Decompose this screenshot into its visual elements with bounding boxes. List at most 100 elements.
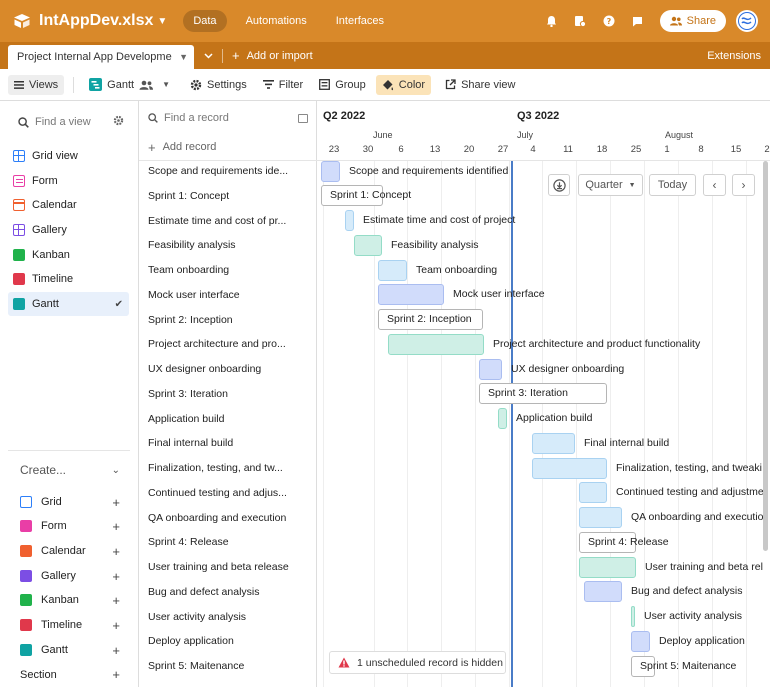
group-button[interactable]: Group — [313, 75, 372, 95]
record-row[interactable]: Scope and requirements ide... — [148, 163, 298, 179]
record-row[interactable]: Application build — [148, 411, 298, 427]
nav-data[interactable]: Data — [183, 10, 227, 32]
create-kanban-button[interactable]: Kanban + — [20, 590, 120, 610]
gantt-bar[interactable] — [498, 408, 507, 429]
base-title[interactable]: IntAppDev.xlsx — [39, 12, 153, 30]
sidebar-view-form[interactable]: Form — [8, 169, 129, 193]
share-view-button[interactable]: Share view — [439, 75, 521, 95]
nav-automations[interactable]: Automations — [236, 10, 317, 32]
create-timeline-button[interactable]: Timeline + — [20, 615, 120, 635]
record-row[interactable]: User training and beta release — [148, 559, 298, 575]
history-icon[interactable] — [574, 15, 586, 27]
create-gantt-button[interactable]: Gantt + — [20, 640, 120, 660]
zoom-level-select[interactable]: Quarter ▼ — [578, 174, 643, 196]
record-row[interactable]: Feasibility analysis — [148, 237, 298, 253]
record-row[interactable]: UX designer onboarding — [148, 361, 298, 377]
comment-icon[interactable] — [632, 16, 643, 27]
record-row[interactable]: QA onboarding and execution — [148, 510, 298, 526]
day-tick-label: 20 — [463, 144, 475, 155]
gantt-bar[interactable] — [345, 210, 354, 231]
gantt-bar[interactable] — [631, 630, 650, 652]
filter-button[interactable]: Filter — [257, 75, 309, 95]
record-row[interactable]: Sprint 5: Maitenance — [148, 658, 298, 674]
record-row[interactable]: Estimate time and cost of pr... — [148, 213, 298, 229]
gantt-bar[interactable] — [321, 160, 340, 182]
record-row[interactable]: Team onboarding — [148, 262, 298, 278]
form-icon — [20, 520, 32, 532]
gantt-bar[interactable] — [532, 432, 575, 454]
day-tick-label: 11 — [563, 144, 573, 155]
color-button[interactable]: Color — [375, 74, 432, 95]
create-gallery-button[interactable]: Gallery + — [20, 566, 120, 586]
table-tab-project[interactable]: Project Internal App Developme ▼ — [8, 45, 194, 69]
views-toggle-button[interactable]: Views — [8, 74, 65, 95]
create-grid-button[interactable]: Grid + — [20, 492, 120, 512]
gear-icon[interactable] — [113, 115, 124, 129]
gantt-bar[interactable] — [579, 507, 622, 528]
vertical-scrollbar[interactable] — [763, 161, 768, 551]
gantt-bar[interactable] — [479, 358, 502, 380]
today-button[interactable]: Today — [649, 174, 696, 196]
chevron-down-icon[interactable]: ▼ — [162, 80, 170, 89]
create-form-button[interactable]: Form + — [20, 516, 120, 536]
gantt-bar[interactable] — [388, 333, 484, 355]
chevron-down-icon[interactable]: ⌄ — [112, 465, 120, 476]
gantt-bar[interactable] — [579, 482, 607, 504]
record-row[interactable]: Continued testing and adjus... — [148, 485, 298, 501]
create-section-toggle[interactable]: Create... ⌄ — [20, 463, 120, 477]
previous-button[interactable]: ‹ — [703, 174, 726, 196]
settings-button[interactable]: Settings — [184, 75, 253, 95]
base-logo-icon[interactable] — [13, 13, 31, 29]
nav-interfaces[interactable]: Interfaces — [326, 10, 394, 32]
gantt-bar[interactable] — [631, 606, 635, 627]
chevron-down-icon: ▼ — [628, 181, 636, 189]
calendar-icon — [13, 199, 25, 211]
create-calendar-button[interactable]: Calendar + — [20, 541, 120, 561]
search-icon — [148, 113, 158, 123]
record-row[interactable]: Sprint 2: Inception — [148, 312, 298, 328]
sidebar-view-timeline[interactable]: Timeline — [8, 267, 129, 291]
record-row[interactable]: Sprint 1: Concept — [148, 188, 298, 204]
record-row[interactable]: Sprint 3: Iteration — [148, 386, 298, 402]
unscheduled-records-notice[interactable]: 1 unscheduled record is hidden — [329, 651, 506, 674]
record-row[interactable]: Final internal build — [148, 435, 298, 451]
bell-icon[interactable] — [546, 15, 557, 27]
table-tab-label: Project Internal App Developme — [17, 51, 172, 63]
record-row[interactable]: Finalization, testing, and tw... — [148, 460, 298, 476]
menu-icon — [14, 80, 24, 89]
add-or-import-button[interactable]: + Add or import — [223, 42, 313, 69]
record-row[interactable]: Bug and defect analysis — [148, 584, 298, 600]
sidebar-view-gallery[interactable]: Gallery — [8, 218, 129, 242]
current-view-button[interactable]: Gantt ▼ — [83, 75, 176, 95]
sidebar-view-kanban[interactable]: Kanban — [8, 243, 129, 267]
find-view-input[interactable]: Find a view — [8, 111, 130, 133]
next-button[interactable]: › — [732, 174, 755, 196]
record-row[interactable]: Mock user interface — [148, 287, 298, 303]
tables-dropdown-icon[interactable] — [194, 42, 222, 69]
share-label: Share — [686, 15, 716, 27]
gantt-bar[interactable] — [532, 457, 607, 479]
help-icon[interactable]: ? — [603, 15, 615, 27]
gantt-bar[interactable] — [584, 581, 622, 603]
add-record-button[interactable]: + Add record — [148, 139, 216, 155]
find-record-input[interactable]: Find a record — [148, 110, 308, 126]
sidebar-view-gantt[interactable]: Gantt ✔ — [8, 292, 129, 316]
record-row[interactable]: User activity analysis — [148, 609, 298, 625]
gantt-bar[interactable] — [378, 259, 407, 281]
avatar[interactable] — [736, 10, 758, 32]
gantt-bar[interactable] — [579, 556, 636, 578]
extensions-button[interactable]: Extensions — [707, 42, 761, 69]
gantt-bar[interactable] — [354, 234, 382, 256]
create-section-button[interactable]: Section + — [20, 667, 120, 682]
record-row[interactable]: Project architecture and pro... — [148, 336, 298, 352]
collapse-panel-icon[interactable] — [298, 113, 308, 123]
chevron-down-icon[interactable]: ▼ — [179, 52, 188, 62]
share-button[interactable]: Share — [659, 10, 726, 32]
gantt-bar[interactable] — [378, 284, 444, 306]
chevron-down-icon[interactable]: ▼ — [157, 16, 167, 27]
download-button[interactable] — [548, 174, 570, 196]
record-row[interactable]: Deploy application — [148, 633, 298, 649]
sidebar-view-grid[interactable]: Grid view — [8, 144, 129, 168]
record-row[interactable]: Sprint 4: Release — [148, 534, 298, 550]
sidebar-view-calendar[interactable]: Calendar — [8, 193, 129, 217]
